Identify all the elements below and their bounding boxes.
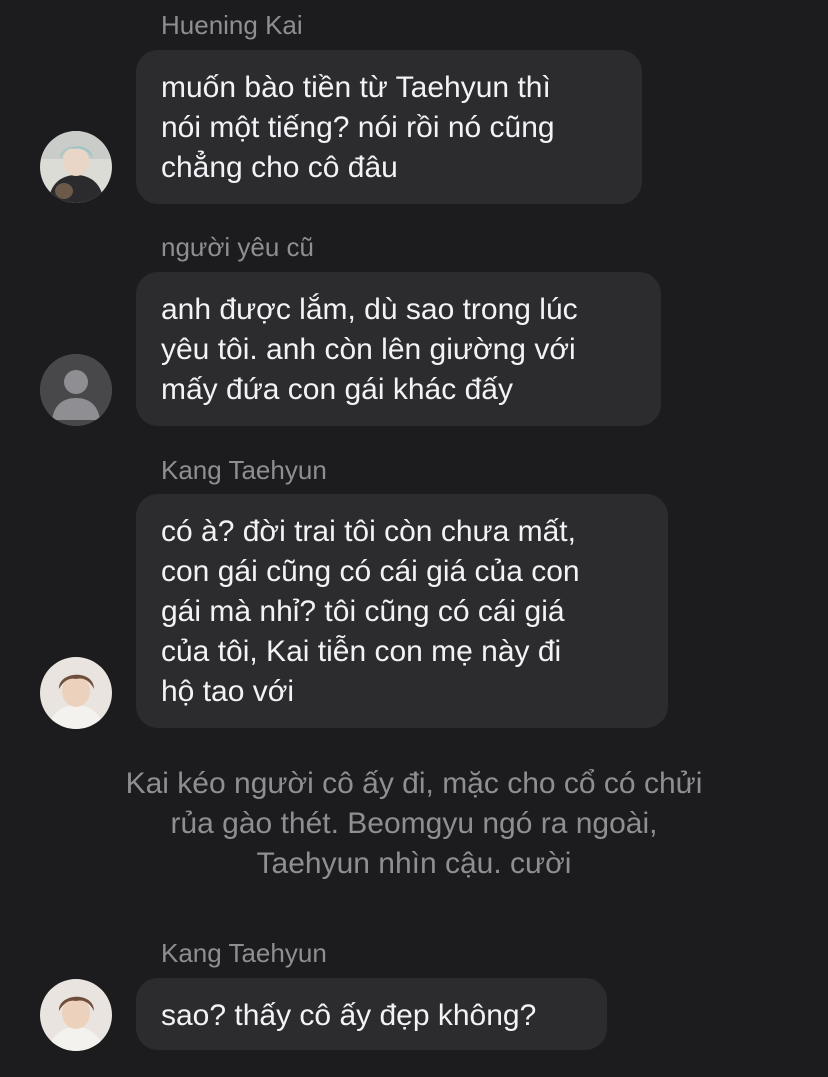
default-person-icon [40,354,112,426]
message-bubble[interactable]: muốn bào tiền từ Taehyun thì nói một tiế… [136,50,642,204]
avatar[interactable] [40,354,112,426]
message-bubble[interactable]: có à? đời trai tôi còn chưa mất, con gái… [136,494,668,728]
sender-name: người yêu cũ [161,232,314,262]
avatar[interactable] [40,979,112,1051]
avatar[interactable] [40,657,112,729]
chat-thread[interactable]: Huening Kai muốn bào tiền từ Taehyun thì… [0,0,828,1077]
message-bubble[interactable]: anh được lắm, dù sao trong lúc yêu tôi. … [136,272,661,426]
message-bubble[interactable]: sao? thấy cô ấy đẹp không? [136,978,607,1050]
huening-kai-avatar-icon [40,131,112,203]
avatar[interactable] [40,131,112,203]
sender-name: Huening Kai [161,10,303,40]
sender-name: Kang Taehyun [161,938,327,968]
narration-text: Kai kéo người cô ấy đi, mặc cho cổ có ch… [125,767,703,880]
kang-taehyun-avatar-icon [40,657,112,729]
kang-taehyun-avatar-icon [40,979,112,1051]
sender-name: Kang Taehyun [161,455,327,485]
